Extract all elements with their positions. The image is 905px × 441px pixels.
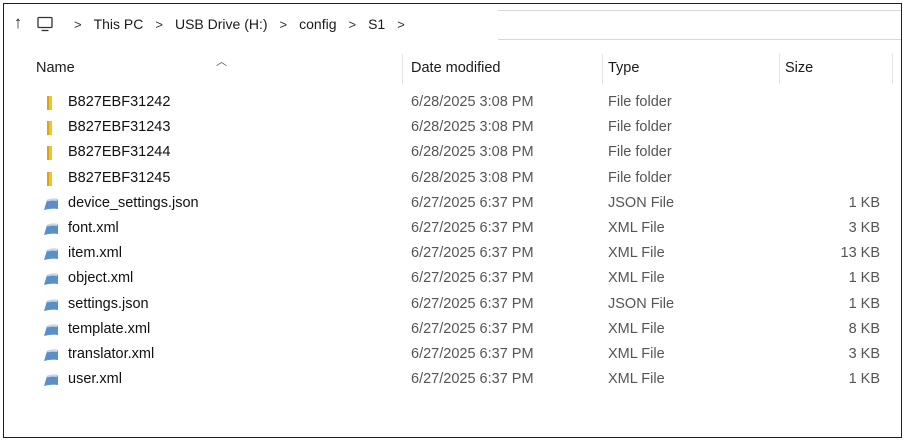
file-name[interactable]: B827EBF31242 [68, 94, 170, 110]
list-item[interactable]: device_settings.json 6/27/2025 6:37 PM J… [4, 192, 901, 217]
file-size: 1 KB [848, 295, 880, 312]
crumb-usb-drive[interactable]: USB Drive (H:) [175, 16, 268, 32]
file-type: XML File [608, 245, 665, 262]
file-date: 6/28/2025 3:08 PM [411, 94, 534, 110]
breadcrumb[interactable]: > This PC > USB Drive (H:) > config > S1… [34, 10, 496, 38]
file-icon [42, 196, 60, 212]
list-item[interactable]: object.xml 6/27/2025 6:37 PM XML File 1 … [4, 267, 901, 292]
file-type: XML File [608, 320, 665, 337]
file-size: 8 KB [848, 320, 880, 337]
file-size: 13 KB [840, 245, 881, 262]
file-name[interactable]: B827EBF31243 [68, 119, 170, 135]
file-name[interactable]: font.xml [68, 220, 119, 236]
file-icon [42, 246, 60, 262]
file-name[interactable]: B827EBF31244 [68, 144, 170, 160]
file-date: 6/27/2025 6:37 PM [411, 371, 534, 388]
folder-icon [42, 171, 60, 187]
file-size: 3 KB [848, 345, 880, 362]
file-date: 6/28/2025 3:08 PM [411, 119, 534, 136]
file-date: 6/27/2025 6:37 PM [411, 194, 534, 211]
folder-icon [42, 120, 60, 136]
file-type: File folder [608, 169, 672, 186]
address-input-area[interactable] [498, 10, 901, 40]
file-date: 6/27/2025 6:37 PM [411, 219, 534, 236]
file-type: File folder [608, 144, 672, 161]
folder-icon [42, 145, 60, 161]
file-type: JSON File [608, 295, 675, 312]
file-type: XML File [608, 345, 665, 362]
file-name[interactable]: template.xml [68, 321, 150, 337]
list-item[interactable]: item.xml 6/27/2025 6:37 PM XML File 13 K… [4, 242, 901, 267]
chevron-right-icon[interactable]: > [280, 17, 288, 32]
file-type: XML File [608, 270, 665, 287]
file-icon [42, 322, 60, 338]
file-name[interactable]: object.xml [68, 270, 133, 286]
file-name[interactable]: translator.xml [68, 346, 154, 362]
file-size: 1 KB [848, 270, 880, 287]
list-item[interactable]: B827EBF31244 6/28/2025 3:08 PM File fold… [4, 141, 901, 166]
file-size: 1 KB [848, 194, 880, 211]
file-type: File folder [608, 94, 672, 110]
list-item[interactable]: user.xml 6/27/2025 6:37 PM XML File 1 KB [4, 368, 901, 393]
file-date: 6/27/2025 6:37 PM [411, 245, 534, 262]
file-icon [42, 347, 60, 363]
file-icon [42, 372, 60, 388]
column-divider[interactable] [779, 54, 780, 84]
address-bar: ↑ > This PC > USB Drive (H:) > config > … [4, 4, 901, 44]
column-divider[interactable] [402, 54, 403, 84]
file-type: JSON File [608, 194, 675, 211]
column-header-name[interactable]: Name [36, 60, 75, 76]
column-divider[interactable] [892, 54, 893, 84]
file-date: 6/28/2025 3:08 PM [411, 169, 534, 186]
chevron-right-icon[interactable]: > [155, 17, 163, 32]
list-item[interactable]: translator.xml 6/27/2025 6:37 PM XML Fil… [4, 343, 901, 368]
file-date: 6/27/2025 6:37 PM [411, 270, 534, 287]
list-item[interactable]: settings.json 6/27/2025 6:37 PM JSON Fil… [4, 293, 901, 318]
arrow-up-icon[interactable]: ↑ [10, 14, 26, 32]
crumb-this-pc[interactable]: This PC [94, 16, 144, 32]
column-header-date-modified[interactable]: Date modified [411, 60, 500, 76]
explorer-window: ↑ > This PC > USB Drive (H:) > config > … [3, 3, 902, 438]
file-type: XML File [608, 219, 665, 236]
list-item[interactable]: template.xml 6/27/2025 6:37 PM XML File … [4, 318, 901, 343]
file-icon [42, 271, 60, 287]
file-name[interactable]: settings.json [68, 296, 149, 312]
file-date: 6/27/2025 6:37 PM [411, 295, 534, 312]
file-type: File folder [608, 119, 672, 136]
file-date: 6/28/2025 3:08 PM [411, 144, 534, 161]
list-item[interactable]: B827EBF31243 6/28/2025 3:08 PM File fold… [4, 116, 901, 141]
file-type: XML File [608, 371, 665, 388]
column-header-type[interactable]: Type [608, 60, 639, 76]
list-item[interactable]: B827EBF31245 6/28/2025 3:08 PM File fold… [4, 167, 901, 192]
folder-icon [42, 95, 60, 111]
crumb-s1[interactable]: S1 [368, 16, 385, 32]
file-icon [42, 221, 60, 237]
chevron-right-icon[interactable]: > [349, 17, 357, 32]
file-name[interactable]: B827EBF31245 [68, 170, 170, 186]
chevron-right-icon[interactable]: > [74, 17, 82, 32]
monitor-icon[interactable] [36, 15, 54, 33]
file-list: B827EBF31242 6/28/2025 3:08 PM File fold… [4, 91, 901, 393]
chevron-right-icon[interactable]: > [397, 17, 405, 32]
file-date: 6/27/2025 6:37 PM [411, 320, 534, 337]
file-name[interactable]: user.xml [68, 371, 122, 387]
sort-ascending-icon: ︿ [216, 56, 227, 68]
column-header-row: Name ︿ Date modified Type Size [4, 52, 901, 84]
list-item[interactable]: font.xml 6/27/2025 6:37 PM XML File 3 KB [4, 217, 901, 242]
file-name[interactable]: item.xml [68, 245, 122, 261]
list-item[interactable]: B827EBF31242 6/28/2025 3:08 PM File fold… [4, 91, 901, 116]
file-size: 3 KB [848, 219, 880, 236]
file-icon [42, 297, 60, 313]
column-divider[interactable] [602, 54, 603, 84]
column-header-size[interactable]: Size [785, 60, 813, 76]
file-date: 6/27/2025 6:37 PM [411, 345, 534, 362]
file-size: 1 KB [848, 371, 880, 388]
file-name[interactable]: device_settings.json [68, 195, 199, 211]
crumb-config[interactable]: config [299, 16, 336, 32]
